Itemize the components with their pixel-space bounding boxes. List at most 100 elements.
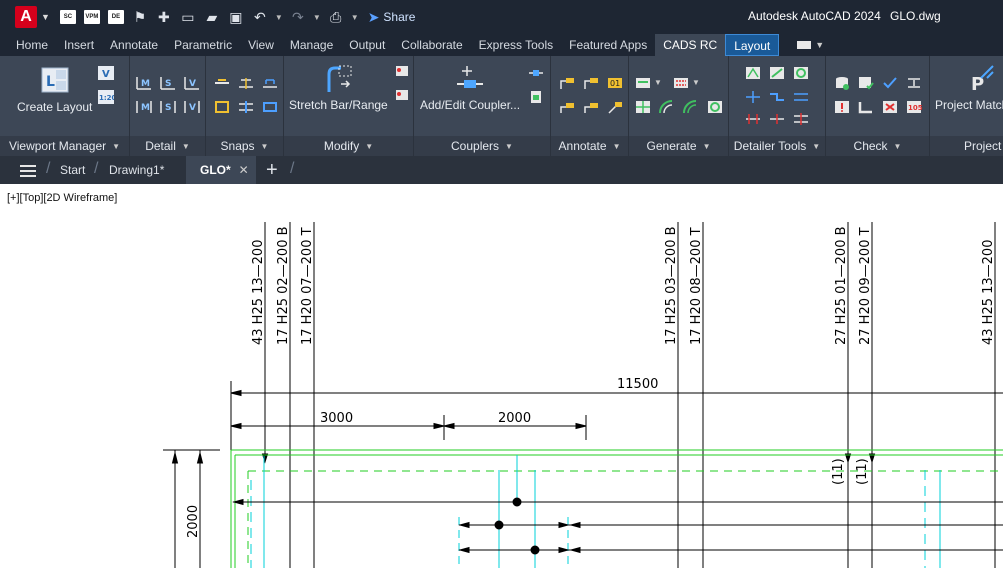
create-layout-button[interactable]: L Create Layout: [17, 66, 92, 114]
generate-arc-icon[interactable]: [683, 100, 699, 114]
check-label[interactable]: Check ▼: [826, 136, 929, 156]
coupler-tool1-icon[interactable]: [528, 66, 544, 80]
detailer-tool5-icon[interactable]: [769, 90, 785, 104]
annotate-leader3-icon[interactable]: [607, 100, 623, 114]
vpm-button[interactable]: VPM: [83, 9, 101, 25]
check-warn-icon[interactable]: [834, 100, 850, 114]
generate-range-icon[interactable]: [673, 76, 689, 90]
check-tick-icon[interactable]: [882, 76, 898, 90]
check-corner-icon[interactable]: [858, 100, 874, 114]
tab-drawing1[interactable]: Drawing1*: [109, 156, 164, 184]
bar-dot[interactable]: [494, 520, 504, 530]
redo-icon[interactable]: ↷: [289, 9, 307, 25]
annotate-leader-icon[interactable]: [559, 100, 575, 114]
tab-start[interactable]: Start: [60, 156, 85, 184]
check-spacing-icon[interactable]: [906, 76, 922, 90]
rc-tool-icon[interactable]: ⚑: [131, 9, 149, 25]
ribbon-minimize-button[interactable]: ▼: [797, 34, 824, 56]
add-edit-coupler-button[interactable]: Add/Edit Coupler...: [420, 64, 520, 112]
annotate-label[interactable]: Annotate ▼: [551, 136, 628, 156]
plot-icon[interactable]: ⎙: [327, 9, 345, 25]
check-error-icon[interactable]: [882, 100, 898, 114]
save-icon[interactable]: ▣: [227, 9, 245, 25]
bar-label[interactable]: 27 H20 09—200 T: [858, 227, 873, 345]
bar-label[interactable]: 17 H20 07—200 T: [300, 227, 315, 345]
close-icon[interactable]: ✕: [239, 163, 249, 177]
check-count-icon[interactable]: 105: [906, 100, 922, 114]
bar-dot[interactable]: [530, 545, 540, 555]
tab-insert[interactable]: Insert: [56, 34, 102, 56]
tab-cads-rc[interactable]: CADS RC: [655, 34, 726, 56]
bar-mark-11[interactable]: (11): [855, 458, 870, 485]
detailer-tool9-icon[interactable]: [793, 112, 809, 126]
bar-dot[interactable]: [512, 497, 522, 507]
snaps-label[interactable]: Snaps ▼: [206, 136, 283, 156]
annotate-label2-icon[interactable]: [583, 76, 599, 90]
modify-tool1-icon[interactable]: [394, 64, 410, 78]
bar-mark-11[interactable]: (11): [831, 458, 846, 485]
bar-label[interactable]: 43 H25 13—200: [981, 240, 996, 345]
check-list-icon[interactable]: [858, 76, 874, 90]
tab-glo[interactable]: GLO* ✕: [186, 156, 256, 184]
snap-mid-icon[interactable]: [238, 100, 254, 114]
chevron-down-icon[interactable]: ▼: [692, 78, 700, 87]
annotate-01-icon[interactable]: 01: [607, 76, 623, 90]
generate-label[interactable]: Generate ▼: [629, 136, 728, 156]
generate-grid-icon[interactable]: [635, 100, 651, 114]
tab-manage[interactable]: Manage: [282, 34, 341, 56]
new-file-icon[interactable]: ▭: [179, 9, 197, 25]
detailer-tool6-icon[interactable]: [793, 90, 809, 104]
detailer-tool1-icon[interactable]: [745, 66, 761, 80]
plot-chevron-icon[interactable]: ▼: [351, 13, 359, 22]
bar-label[interactable]: 17 H20 08—200 T: [689, 227, 704, 345]
de-button[interactable]: DE: [107, 9, 125, 25]
new-tab-button[interactable]: +: [266, 156, 278, 184]
dimension-3000-text[interactable]: 3000: [320, 411, 353, 426]
viewport-scale-button[interactable]: 1:20: [98, 90, 114, 104]
tab-parametric[interactable]: Parametric: [166, 34, 240, 56]
viewport-v-button[interactable]: V: [98, 66, 114, 80]
detail-s2-button[interactable]: S: [160, 100, 176, 114]
annotate-label-icon[interactable]: [559, 76, 575, 90]
tab-view[interactable]: View: [240, 34, 282, 56]
app-menu-chevron-icon[interactable]: ▼: [41, 12, 50, 22]
snap-end-icon[interactable]: [214, 100, 230, 114]
detail-v-button[interactable]: V: [184, 76, 200, 90]
share-button[interactable]: ➤ Share: [368, 9, 416, 26]
chevron-down-icon[interactable]: ▼: [654, 78, 662, 87]
open-folder-icon[interactable]: ▰: [203, 9, 221, 25]
dimension-2000-text[interactable]: 2000: [498, 411, 531, 426]
tab-output[interactable]: Output: [341, 34, 393, 56]
stretch-bar-range-button[interactable]: Stretch Bar/Range: [289, 64, 388, 112]
detailer-tool3-icon[interactable]: [793, 66, 809, 80]
undo-icon[interactable]: ↶: [251, 9, 269, 25]
dimension-2000-vertical-text[interactable]: 2000: [186, 505, 201, 538]
coupler-tool2-icon[interactable]: [528, 90, 544, 104]
snap-bar-icon[interactable]: [214, 76, 230, 90]
detail-label[interactable]: Detail ▼: [130, 136, 205, 156]
detailer-tool4-icon[interactable]: [745, 90, 761, 104]
tab-annotate[interactable]: Annotate: [102, 34, 166, 56]
project-match-button[interactable]: P Project Match: [935, 64, 1003, 112]
puzzle-icon[interactable]: ✚: [155, 9, 173, 25]
detail-m2-button[interactable]: M: [136, 100, 152, 114]
tab-featured-apps[interactable]: Featured Apps: [561, 34, 655, 56]
tab-home[interactable]: Home: [8, 34, 56, 56]
detailer-tools-label[interactable]: Detailer Tools ▼: [729, 136, 825, 156]
snap-tol-icon[interactable]: [238, 76, 254, 90]
tab-collaborate[interactable]: Collaborate: [393, 34, 470, 56]
tab-layout[interactable]: Layout: [725, 34, 780, 56]
bar-label[interactable]: 17 H25 02—200 B: [276, 226, 291, 345]
bar-label[interactable]: 43 H25 13—200: [251, 240, 266, 345]
viewport-manager-label[interactable]: Viewport Manager ▼: [0, 136, 129, 156]
sc-button[interactable]: SC: [59, 9, 77, 25]
detailer-tool2-icon[interactable]: [769, 66, 785, 80]
annotate-leader2-icon[interactable]: [583, 100, 599, 114]
check-db-icon[interactable]: [834, 76, 850, 90]
modify-label[interactable]: Modify ▼: [284, 136, 413, 156]
snap-range-icon[interactable]: [262, 76, 278, 90]
snap-box-icon[interactable]: [262, 100, 278, 114]
tab-express-tools[interactable]: Express Tools: [471, 34, 561, 56]
detail-v2-button[interactable]: V: [184, 100, 200, 114]
undo-chevron-icon[interactable]: ▼: [275, 13, 283, 22]
